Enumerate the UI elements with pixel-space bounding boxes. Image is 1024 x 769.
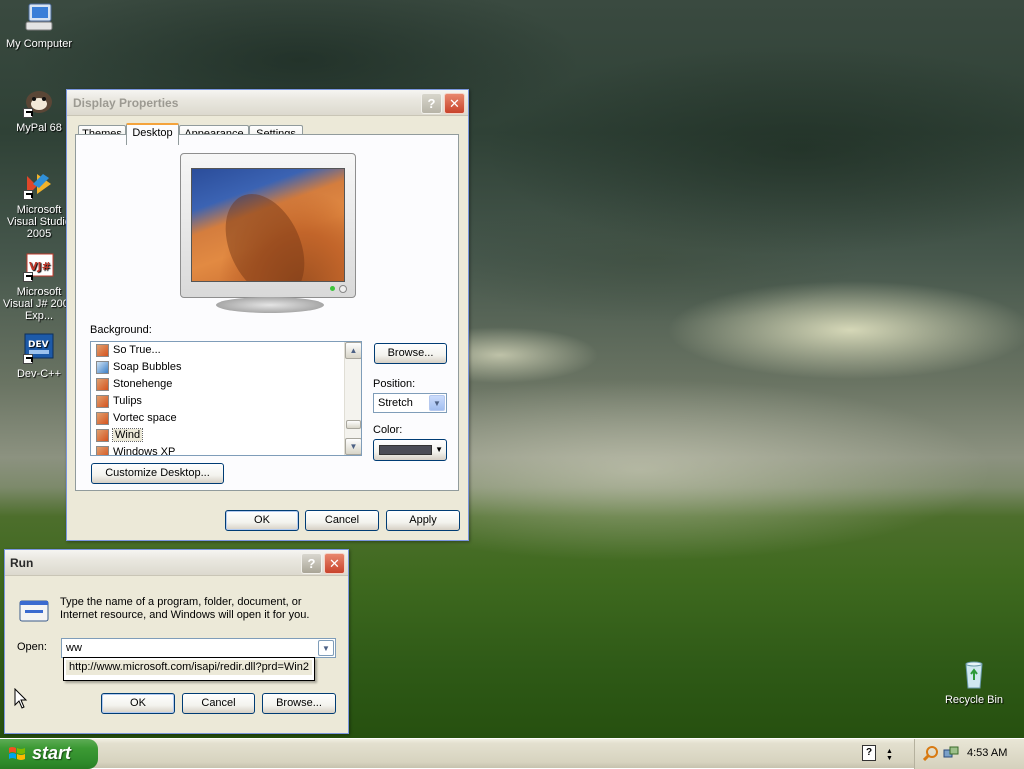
windows-flag-icon — [8, 745, 26, 763]
list-scrollbar[interactable]: ▲ ▼ — [344, 342, 361, 455]
devcpp-icon: DEV — [23, 332, 55, 364]
scroll-down-icon[interactable]: ▼ — [345, 438, 361, 455]
help-button[interactable]: ? — [301, 553, 322, 574]
start-label: start — [32, 743, 72, 763]
shortcut-arrow-icon — [23, 272, 33, 282]
position-value: Stretch — [378, 397, 413, 409]
help-button[interactable]: ? — [421, 93, 442, 114]
background-list[interactable]: So True... Soap Bubbles Stonehenge Tulip… — [90, 341, 362, 456]
ok-button[interactable]: OK — [225, 510, 299, 531]
color-swatch — [379, 445, 432, 455]
visual-studio-icon — [23, 168, 55, 200]
color-picker-button[interactable]: ▼ — [373, 439, 447, 461]
run-description: Type the name of a program, folder, docu… — [60, 596, 310, 621]
close-button[interactable]: ✕ — [444, 93, 465, 114]
chevron-down-icon: ▼ — [435, 445, 443, 454]
system-tray: 4:53 AM — [914, 739, 1024, 769]
window-title: Display Properties — [73, 96, 179, 110]
list-item-label: Tulips — [113, 395, 142, 407]
mypal-icon — [23, 86, 55, 118]
wallpaper-preview — [191, 168, 345, 282]
open-label: Open: — [17, 641, 47, 653]
position-label: Position: — [373, 378, 416, 390]
my-computer-icon[interactable]: My Computer — [0, 2, 79, 50]
taskbar: start ? ▲ ▼ 4:53 AM — [0, 738, 1024, 769]
image-file-icon — [96, 344, 109, 357]
open-input-value: ww — [66, 642, 82, 654]
position-select[interactable]: Stretch ▼ — [373, 393, 447, 413]
display-properties-titlebar[interactable]: Display Properties ? ✕ — [67, 90, 468, 116]
list-item[interactable]: Windows XP — [91, 444, 345, 456]
list-item[interactable]: Stonehenge — [91, 376, 345, 393]
scroll-up-icon[interactable]: ▲ — [345, 342, 361, 359]
autocomplete-suggestion[interactable]: http://www.microsoft.com/isapi/redir.dll… — [66, 660, 312, 675]
color-label: Color: — [373, 424, 403, 436]
list-item-label: Wind — [111, 428, 144, 442]
svg-text:DEV: DEV — [28, 340, 49, 350]
monitor-preview — [180, 153, 356, 298]
browse-button[interactable]: Browse... — [374, 343, 447, 364]
run-ok-button[interactable]: OK — [101, 693, 175, 714]
tab-desktop[interactable]: Desktop — [126, 123, 179, 145]
open-combobox[interactable]: ww ▼ — [61, 638, 336, 658]
recycle-bin-icon — [958, 658, 990, 690]
run-dialog: Run ? ✕ Type the name of a program, fold… — [4, 549, 349, 734]
image-file-icon — [96, 378, 109, 391]
mouse-cursor-icon — [14, 687, 28, 710]
power-led-icon — [330, 286, 335, 291]
list-item-selected[interactable]: Wind — [91, 427, 345, 444]
run-icon — [18, 598, 50, 624]
list-item[interactable]: So True... — [91, 342, 345, 359]
list-item-label: Windows XP — [113, 446, 176, 456]
recycle-bin[interactable]: Recycle Bin — [934, 658, 1014, 706]
display-properties-window: Display Properties ? ✕ Themes Desktop Ap… — [66, 89, 469, 541]
apply-button[interactable]: Apply — [386, 510, 460, 531]
autocomplete-dropdown[interactable]: http://www.microsoft.com/isapi/redir.dll… — [63, 657, 315, 681]
shortcut-arrow-icon — [23, 190, 33, 200]
background-list-items: So True... Soap Bubbles Stonehenge Tulip… — [91, 342, 345, 456]
list-item-label: Stonehenge — [113, 378, 173, 390]
list-item-label: Vortec space — [113, 412, 177, 424]
desktop-tab-panel: Background: So True... Soap Bubbles Ston… — [75, 134, 459, 491]
close-button[interactable]: ✕ — [324, 553, 345, 574]
search-tray-icon[interactable] — [922, 745, 939, 762]
start-button[interactable]: start — [0, 739, 98, 769]
computer-icon — [23, 2, 55, 34]
scroll-thumb[interactable] — [346, 420, 361, 429]
run-title: Run — [10, 556, 34, 570]
list-item-label: So True... — [113, 344, 161, 356]
cancel-button[interactable]: Cancel — [305, 510, 379, 531]
image-file-icon — [96, 446, 109, 455]
monitor-button-icon — [339, 285, 347, 293]
list-item-label: Soap Bubbles — [113, 361, 182, 373]
run-cancel-button[interactable]: Cancel — [182, 693, 255, 714]
list-item[interactable]: Vortec space — [91, 410, 345, 427]
image-file-icon — [96, 429, 109, 442]
shortcut-arrow-icon — [23, 108, 33, 118]
jsharp-icon: VJ# — [23, 250, 55, 282]
run-titlebar[interactable]: Run ? ✕ — [5, 550, 348, 576]
run-browse-button[interactable]: Browse... — [262, 693, 336, 714]
chevron-down-icon[interactable]: ▼ — [318, 640, 334, 656]
customize-desktop-button[interactable]: Customize Desktop... — [91, 463, 224, 484]
help-tray-icon[interactable]: ? — [862, 745, 876, 761]
chevron-down-icon[interactable]: ▼ — [429, 395, 445, 411]
image-file-icon — [96, 361, 109, 374]
background-label: Background: — [90, 324, 152, 336]
list-item[interactable]: Tulips — [91, 393, 345, 410]
my-computer-label: My Computer — [5, 38, 73, 50]
image-file-icon — [96, 412, 109, 425]
language-arrow-icon[interactable]: ▲ ▼ — [886, 748, 893, 762]
shortcut-arrow-icon — [23, 354, 33, 364]
network-tray-icon[interactable] — [943, 745, 959, 761]
monitor-stand — [216, 297, 324, 313]
image-file-icon — [96, 395, 109, 408]
recycle-bin-label: Recycle Bin — [944, 694, 1004, 706]
list-item[interactable]: Soap Bubbles — [91, 359, 345, 376]
clock[interactable]: 4:53 AM — [967, 747, 1007, 759]
